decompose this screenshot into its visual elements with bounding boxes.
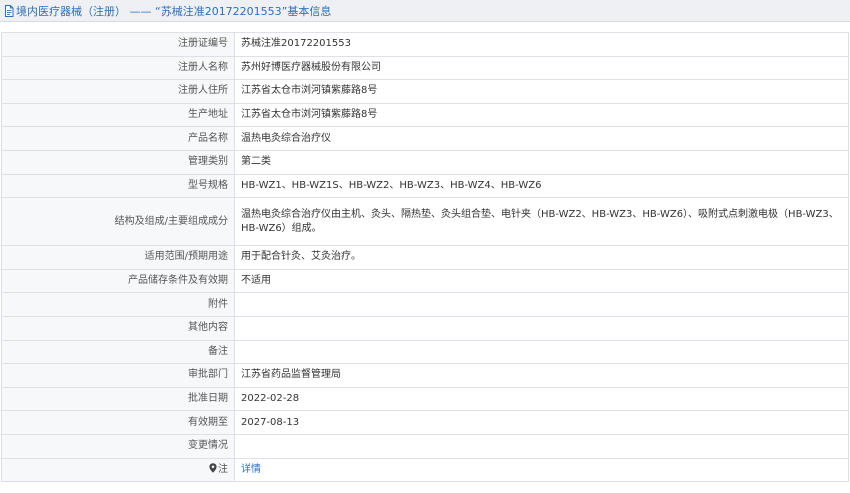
note-value-cell: 详情 — [234, 457, 849, 483]
table-row: 批准日期 2022-02-28 — [1, 386, 849, 412]
field-label: 注册人名称 — [1, 55, 235, 81]
field-label: 生产地址 — [1, 102, 235, 128]
table-row: 注册证编号 苏械注准20172201553 — [1, 32, 849, 57]
document-icon — [3, 4, 15, 17]
device-info-table: 注册证编号 苏械注准20172201553 注册人名称 苏州好博医疗器械股份有限公司注… — [1, 32, 849, 483]
field-value: 江苏省药品监督管理局 — [234, 363, 849, 388]
table-row-note: 注 详情 — [1, 457, 849, 483]
table-row: 附件 — [1, 292, 849, 317]
field-label: 型号规格 — [1, 173, 235, 199]
field-label: 批准日期 — [1, 386, 235, 412]
table-row: 产品储存条件及有效期 不适用 — [1, 268, 849, 294]
field-value: 用于配合针灸、艾灸治疗。 — [234, 245, 849, 270]
field-label: 其他内容 — [1, 315, 235, 341]
table-row: 结构及组成/主要组成成分 温热电灸综合治疗仪由主机、灸头、隔热垫、灸头组合垫、电针… — [1, 197, 849, 247]
table-row: 生产地址 江苏省太仓市浏河镇紫藤路8号 — [1, 102, 849, 128]
field-value: 苏械注准20172201553 — [234, 32, 849, 57]
details-link[interactable]: 详情 — [241, 464, 261, 475]
page-header: 境内医疗器械（注册） —— “苏械注准20172201553”基本信息 — [0, 0, 850, 22]
field-value: HB-WZ1、HB-WZ1S、HB-WZ2、HB-WZ3、HB-WZ4、HB-W… — [234, 173, 849, 199]
table-row: 型号规格 HB-WZ1、HB-WZ1S、HB-WZ2、HB-WZ3、HB-WZ4、… — [1, 173, 849, 199]
field-label: 附件 — [1, 292, 235, 317]
note-label-cell: 注 — [1, 457, 235, 483]
field-label: 注册证编号 — [1, 32, 235, 57]
table-row: 审批部门 江苏省药品监督管理局 — [1, 363, 849, 388]
field-value — [234, 339, 849, 365]
field-label: 变更情况 — [1, 433, 235, 459]
table-row: 变更情况 — [1, 433, 849, 459]
field-label: 产品名称 — [1, 126, 235, 151]
field-value: 2027-08-13 — [234, 410, 849, 435]
field-label: 管理类别 — [1, 149, 235, 175]
table-row: 注册人名称 苏州好博医疗器械股份有限公司 — [1, 55, 849, 81]
field-value: 苏州好博医疗器械股份有限公司 — [234, 55, 849, 81]
field-value: 不适用 — [234, 268, 849, 294]
field-label: 有效期至 — [1, 410, 235, 435]
field-value — [234, 292, 849, 317]
table-row: 备注 — [1, 339, 849, 365]
field-value: 温热电灸综合治疗仪由主机、灸头、隔热垫、灸头组合垫、电针夹（HB-WZ2、HB-… — [234, 197, 849, 247]
field-label: 备注 — [1, 339, 235, 365]
field-value: 温热电灸综合治疗仪 — [234, 126, 849, 151]
field-label: 审批部门 — [1, 363, 235, 388]
field-label: 适用范围/预期用途 — [1, 245, 235, 270]
table-row: 产品名称 温热电灸综合治疗仪 — [1, 126, 849, 151]
location-pin-icon — [209, 463, 217, 473]
field-value: 江苏省太仓市浏河镇紫藤路8号 — [234, 102, 849, 128]
table-row: 管理类别 第二类 — [1, 149, 849, 175]
table-row: 注册人住所 江苏省太仓市浏河镇紫藤路8号 — [1, 79, 849, 104]
field-label: 注册人住所 — [1, 79, 235, 104]
field-label: 产品储存条件及有效期 — [1, 268, 235, 294]
field-value: 第二类 — [234, 149, 849, 175]
field-value: 江苏省太仓市浏河镇紫藤路8号 — [234, 79, 849, 104]
field-label: 结构及组成/主要组成成分 — [1, 197, 235, 247]
table-row: 适用范围/预期用途 用于配合针灸、艾灸治疗。 — [1, 245, 849, 270]
table-row: 有效期至 2027-08-13 — [1, 410, 849, 435]
field-value — [234, 433, 849, 459]
page-title: 境内医疗器械（注册） —— “苏械注准20172201553”基本信息 — [16, 4, 332, 18]
table-row: 其他内容 — [1, 315, 849, 341]
note-label: 注 — [218, 463, 228, 475]
field-value — [234, 315, 849, 341]
field-value: 2022-02-28 — [234, 386, 849, 412]
